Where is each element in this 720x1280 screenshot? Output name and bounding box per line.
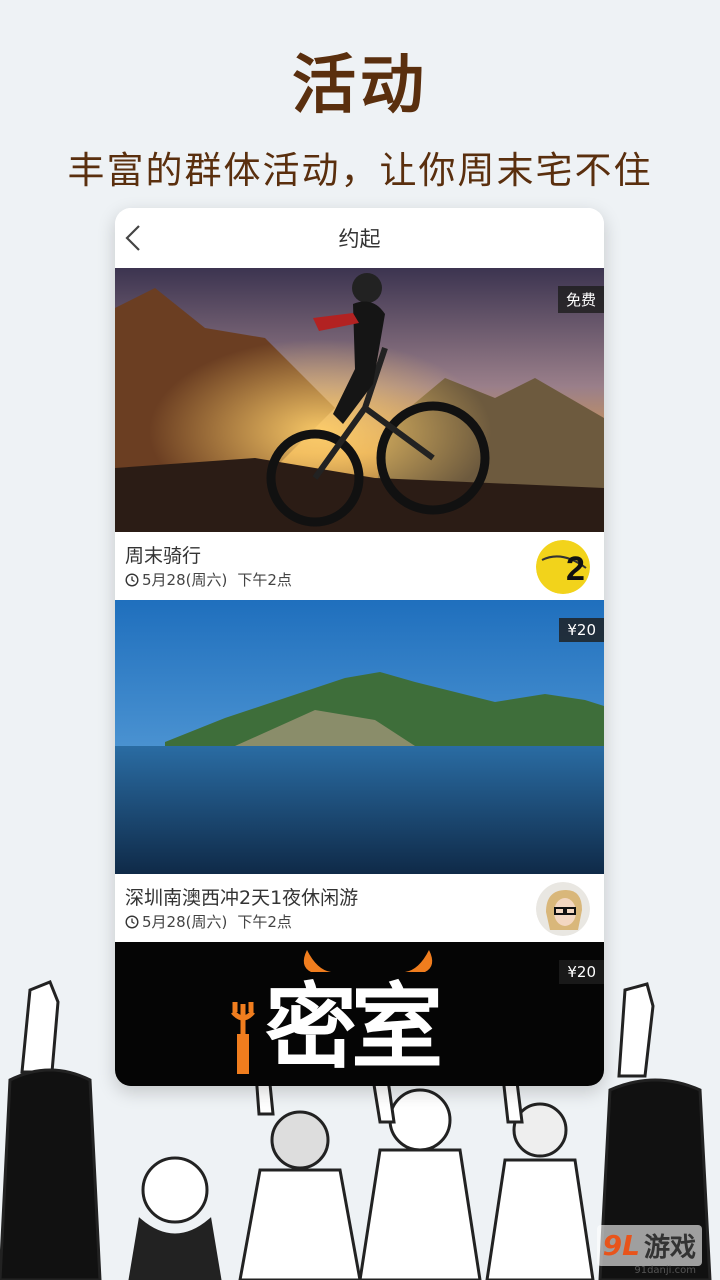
chevron-left-icon[interactable]: [121, 222, 147, 254]
nav-bar: 约起: [115, 208, 604, 268]
activity-title: 深圳南澳西冲2天1夜休闲游: [125, 887, 359, 909]
organizer-avatar[interactable]: 2: [536, 540, 590, 594]
clock-icon: [125, 914, 139, 929]
activity-hour: 下午2点: [237, 571, 292, 589]
hero-title: 活动: [292, 49, 428, 123]
activity-title: 周末骑行: [125, 545, 202, 567]
svg-text:2: 2: [566, 550, 585, 588]
activity-info: 深圳南澳西冲2天1夜休闲游 5月28(周六) 下午2点: [115, 874, 604, 942]
activity-time: 5月28(周六) 下午2点: [125, 911, 292, 932]
island-photo: [115, 600, 604, 874]
activity-date: 5月28(周六): [142, 913, 228, 931]
hero-subtitle: 丰富的群体活动，让你周末宅不住: [67, 149, 653, 192]
app-screen: 约起 免费 周末骑行 5月28(周六) 下午2点 2 ¥20 深圳南澳西冲2天1…: [115, 208, 604, 1086]
activity-card-cycling[interactable]: 免费 周末骑行 5月28(周六) 下午2点 2: [115, 268, 604, 600]
poster-title: 密室: [265, 974, 443, 1081]
site-watermark: 9L 游戏: [596, 1225, 702, 1266]
site-name: 游戏: [643, 1233, 696, 1263]
price-badge: 免费: [557, 286, 604, 313]
site-url: 91danji.com: [634, 1265, 696, 1276]
price-badge: ¥20: [559, 618, 604, 642]
activity-time: 5月28(周六) 下午2点: [125, 569, 292, 590]
price-badge: ¥20: [559, 960, 604, 984]
activity-card-island[interactable]: ¥20 深圳南澳西冲2天1夜休闲游 5月28(周六) 下午2点: [115, 600, 604, 942]
activity-card-escape-room[interactable]: ¥20 密室: [115, 942, 604, 1086]
activity-info: 周末骑行 5月28(周六) 下午2点 2: [115, 532, 604, 600]
glasses-girl-avatar: [536, 882, 590, 936]
yellow-ball-2-avatar: 2: [536, 540, 590, 594]
clock-icon: [125, 572, 139, 587]
site-logo: 9L: [602, 1229, 640, 1262]
nav-title: 约起: [338, 227, 381, 251]
activity-hour: 下午2点: [237, 913, 292, 931]
cycling-photo: [115, 268, 604, 532]
organizer-avatar[interactable]: [536, 882, 590, 936]
activity-date: 5月28(周六): [142, 571, 228, 589]
